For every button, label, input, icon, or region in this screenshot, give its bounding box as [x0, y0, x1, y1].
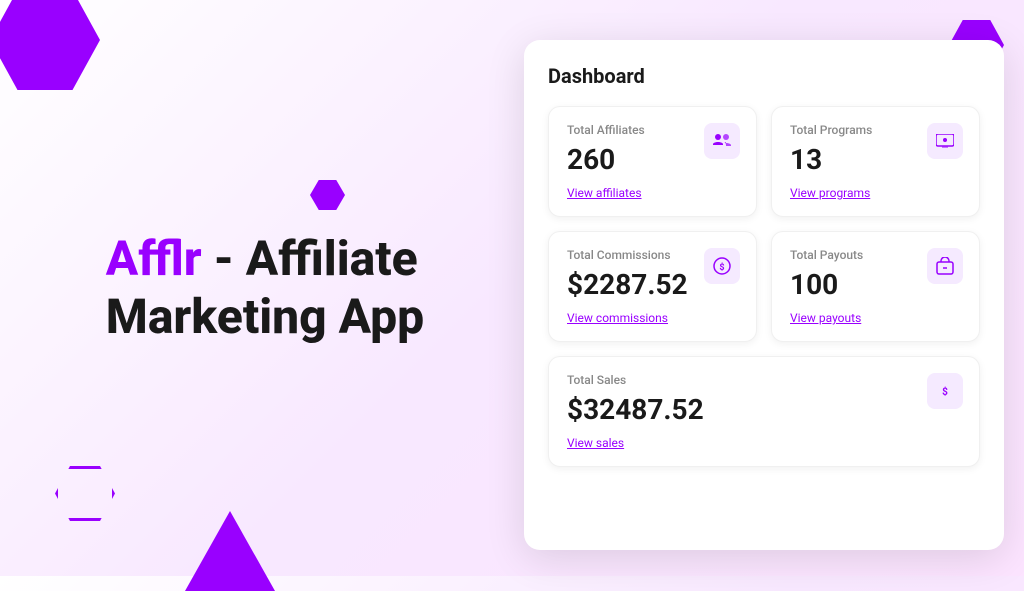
- view-programs-link[interactable]: View programs: [790, 186, 961, 200]
- svg-text:$: $: [942, 385, 948, 398]
- stat-card-affiliates: Total Affiliates 260 View affiliates: [548, 106, 757, 217]
- stats-grid: Total Affiliates 260 View affiliates Tot…: [548, 106, 980, 467]
- view-commissions-link[interactable]: View commissions: [567, 311, 738, 325]
- stat-card-payouts: Total Payouts 100 View payouts: [771, 231, 980, 342]
- commissions-icon: $: [704, 248, 740, 284]
- stat-card-programs: Total Programs 13 View programs: [771, 106, 980, 217]
- affiliates-icon: [704, 123, 740, 159]
- brand-name: Afflr: [106, 230, 202, 287]
- payouts-icon: [927, 248, 963, 284]
- hero-title: Afflr - AffiliateMarketing App: [106, 230, 424, 345]
- svg-text:$: $: [719, 262, 724, 273]
- view-payouts-link[interactable]: View payouts: [790, 311, 961, 325]
- stat-card-sales: Total Sales $32487.52 View sales $: [548, 356, 980, 467]
- dashboard-panel: Dashboard Total Affiliates 260 View affi…: [524, 40, 1004, 550]
- programs-icon: [927, 123, 963, 159]
- stat-label-sales: Total Sales: [567, 373, 961, 387]
- hero-panel: Afflr - AffiliateMarketing App: [0, 0, 530, 576]
- view-sales-link[interactable]: View sales: [567, 436, 961, 450]
- dashboard-title: Dashboard: [548, 64, 980, 88]
- stat-value-sales: $32487.52: [567, 393, 961, 426]
- view-affiliates-link[interactable]: View affiliates: [567, 186, 738, 200]
- sales-icon: $: [927, 373, 963, 409]
- stat-card-commissions: Total Commissions $2287.52 View commissi…: [548, 231, 757, 342]
